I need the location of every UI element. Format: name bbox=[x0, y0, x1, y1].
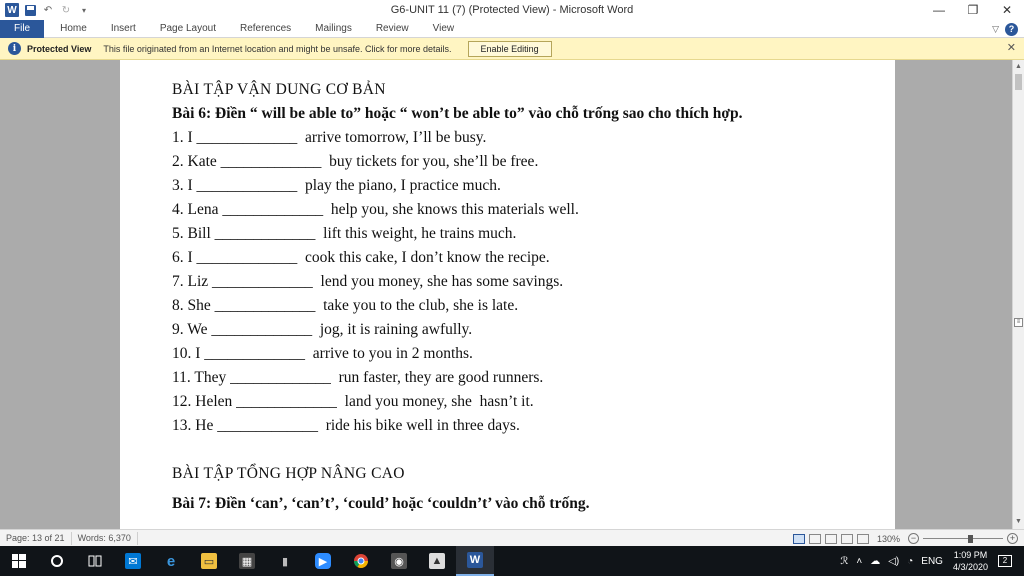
tab-home[interactable]: Home bbox=[48, 20, 99, 38]
scroll-thumb[interactable] bbox=[1015, 74, 1022, 90]
save-icon[interactable] bbox=[22, 2, 38, 18]
zoom-out-icon[interactable]: − bbox=[908, 533, 919, 544]
help-icon[interactable]: ? bbox=[1005, 22, 1018, 36]
tab-view[interactable]: View bbox=[421, 20, 467, 38]
tab-insert[interactable]: Insert bbox=[99, 20, 148, 38]
minimize-button[interactable]: — bbox=[922, 0, 956, 20]
document-area[interactable]: BÀI TẬP VẬN DUNG CƠ BẢN Bài 6: Điền “ wi… bbox=[0, 60, 1012, 529]
edge-browser-icon[interactable]: e bbox=[152, 546, 190, 576]
wifi-icon[interactable]: ◔ bbox=[907, 556, 913, 567]
tab-mailings[interactable]: Mailings bbox=[303, 20, 364, 38]
notification-center-icon[interactable]: 2 bbox=[998, 555, 1012, 567]
restore-button[interactable]: ❐ bbox=[956, 0, 990, 20]
read-mode-icon[interactable] bbox=[792, 533, 805, 544]
zoom-in-icon[interactable]: + bbox=[1007, 533, 1018, 544]
ribbon-tabs: File Home Insert Page Layout References … bbox=[0, 19, 1024, 38]
chevron-up-icon[interactable]: ˄ bbox=[856, 556, 862, 567]
exercise-line: 3. I _____________ play the piano, I pra… bbox=[172, 177, 501, 194]
exercise-line: 5. Bill _____________ lift this weight, … bbox=[172, 225, 517, 242]
section-heading-basic: BÀI TẬP VẬN DUNG CƠ BẢN bbox=[172, 81, 386, 98]
window-title: G6-UNIT 11 (7) (Protected View) - Micros… bbox=[390, 4, 634, 16]
chrome-icon[interactable] bbox=[342, 546, 380, 576]
camera-icon[interactable]: ◉ bbox=[380, 546, 418, 576]
enable-editing-button[interactable]: Enable Editing bbox=[467, 40, 552, 57]
draft-view-icon[interactable] bbox=[856, 533, 869, 544]
task-view-icon[interactable] bbox=[76, 546, 114, 576]
photos-icon[interactable]: ▲ bbox=[418, 546, 456, 576]
windows-logo-icon bbox=[12, 554, 26, 568]
zoom-app-icon[interactable]: ▶ bbox=[304, 546, 342, 576]
customize-toolbar-icon[interactable]: ▾ bbox=[76, 2, 92, 18]
word-app-icon[interactable]: W bbox=[4, 2, 20, 18]
info-icon: i bbox=[8, 42, 21, 55]
print-layout-icon[interactable] bbox=[808, 533, 821, 544]
zoom-slider-thumb[interactable] bbox=[968, 534, 973, 543]
exercise-line: 10. I _____________ arrive to you in 2 m… bbox=[172, 345, 473, 362]
windows-taskbar: ✉ e ▭ ▦ ▮ ▶ ◉ ▲ W ℛ ˄ ☁ ◁) ◔ ENG 1:09 PM… bbox=[0, 546, 1024, 576]
exercise-line: 1. I _____________ arrive tomorrow, I’ll… bbox=[172, 129, 487, 146]
undo-icon[interactable]: ↶ bbox=[40, 2, 56, 18]
ribbon-collapse-icon[interactable]: ▽ bbox=[992, 24, 999, 35]
status-bar: Page: 13 of 21 Words: 6,370 130% − + bbox=[0, 529, 1024, 546]
file-explorer-icon[interactable]: ▭ bbox=[190, 546, 228, 576]
word-count[interactable]: Words: 6,370 bbox=[72, 531, 138, 545]
zoom-level[interactable]: 130% bbox=[877, 534, 900, 544]
cloud-icon[interactable]: ☁ bbox=[870, 556, 880, 567]
search-icon[interactable] bbox=[38, 546, 76, 576]
exercise-line: 8. She _____________ take you to the clu… bbox=[172, 297, 519, 314]
volume-icon[interactable]: ◁) bbox=[888, 556, 899, 567]
scroll-down-icon[interactable]: ▼ bbox=[1013, 517, 1024, 527]
people-icon[interactable]: ℛ bbox=[840, 556, 848, 567]
exercise-instruction: Bài 6: Điền “ will be able to” hoặc “ wo… bbox=[172, 105, 743, 122]
window-controls: — ❐ ✕ bbox=[922, 0, 1024, 20]
close-button[interactable]: ✕ bbox=[990, 0, 1024, 20]
clock-date: 4/3/2020 bbox=[952, 562, 988, 572]
page-count[interactable]: Page: 13 of 21 bbox=[0, 531, 72, 545]
exercise-instruction-next: Bài 7: Điền ‘can’, ‘can’t’, ‘could’ hoặc… bbox=[172, 495, 590, 512]
exercise-line: 12. Helen _____________ land you money, … bbox=[172, 393, 534, 410]
protected-view-title: Protected View bbox=[27, 43, 92, 54]
start-button[interactable] bbox=[0, 546, 38, 576]
outline-view-icon[interactable] bbox=[840, 533, 853, 544]
word-taskbar-icon[interactable]: W bbox=[456, 546, 494, 576]
exercise-line: 7. Liz _____________ lend you money, she… bbox=[172, 273, 564, 290]
section-heading-advanced: BÀI TẬP TỔNG HỢP NÂNG CAO bbox=[172, 465, 405, 482]
system-clock[interactable]: 1:09 PM 4/3/2020 bbox=[953, 549, 988, 573]
page-content: BÀI TẬP VẬN DUNG CƠ BẢN Bài 6: Điền “ wi… bbox=[172, 78, 872, 516]
zoom-slider[interactable] bbox=[923, 534, 1003, 544]
exercise-line: 9. We _____________ jog, it is raining a… bbox=[172, 321, 473, 338]
tab-file[interactable]: File bbox=[0, 19, 45, 38]
title-bar: W ↶ ↻ ▾ G6-UNIT 11 (7) (Protected View) … bbox=[0, 0, 1024, 20]
usb-drive-icon[interactable]: ▮ bbox=[266, 546, 304, 576]
tab-page-layout[interactable]: Page Layout bbox=[148, 20, 228, 38]
mail-icon[interactable]: ✉ bbox=[114, 546, 152, 576]
exercise-line: 13. He _____________ ride his bike well … bbox=[172, 417, 520, 434]
web-layout-icon[interactable] bbox=[824, 533, 837, 544]
clock-time: 1:09 PM bbox=[953, 550, 988, 560]
scroll-up-icon[interactable]: ▲ bbox=[1013, 62, 1024, 72]
browse-object-icon[interactable]: ≡ bbox=[1014, 318, 1023, 327]
exercise-line: 4. Lena _____________ help you, she know… bbox=[172, 201, 579, 218]
exercise-line: 2. Kate _____________ buy tickets for yo… bbox=[172, 153, 539, 170]
protected-view-bar: i Protected View This file originated fr… bbox=[0, 38, 1024, 60]
system-tray: ℛ ˄ ☁ ◁) ◔ ENG 1:09 PM 4/3/2020 2 bbox=[836, 546, 1024, 576]
store-icon[interactable]: ▦ bbox=[228, 546, 266, 576]
language-indicator[interactable]: ENG bbox=[921, 556, 943, 567]
tab-references[interactable]: References bbox=[228, 20, 303, 38]
exercise-line: 6. I _____________ cook this cake, I don… bbox=[172, 249, 550, 266]
document-page[interactable]: BÀI TẬP VẬN DUNG CƠ BẢN Bài 6: Điền “ wi… bbox=[120, 60, 895, 529]
ribbon-right-controls: ▽ ? bbox=[992, 20, 1018, 38]
protected-view-message[interactable]: This file originated from an Internet lo… bbox=[103, 44, 451, 54]
close-icon[interactable]: ✕ bbox=[1007, 41, 1016, 54]
redo-icon[interactable]: ↻ bbox=[58, 2, 74, 18]
tab-review[interactable]: Review bbox=[364, 20, 421, 38]
status-bar-right: 130% − + bbox=[792, 530, 1018, 547]
quick-access-toolbar: W ↶ ↻ ▾ bbox=[0, 0, 94, 20]
vertical-scrollbar[interactable]: ▲ ≡ ▼ bbox=[1012, 60, 1024, 529]
exercise-line: 11. They _____________ run faster, they … bbox=[172, 369, 544, 386]
